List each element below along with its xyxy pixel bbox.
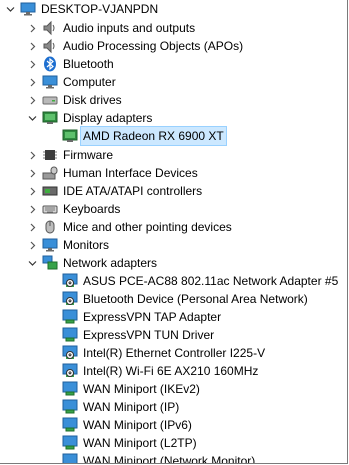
network-adapter-icon bbox=[62, 399, 78, 415]
network-adapter-icon bbox=[62, 381, 78, 397]
tree-item-label: Firmware bbox=[63, 148, 113, 162]
network-adapter-disabled-icon bbox=[62, 291, 78, 307]
network-icon bbox=[42, 255, 58, 271]
tree-item-label: Computer bbox=[63, 75, 116, 89]
tree-item-label: Audio Processing Objects (APOs) bbox=[63, 39, 244, 53]
tree-item-label: Display adapters bbox=[63, 111, 153, 125]
device-bluetooth-pan[interactable]: Bluetooth Device (Personal Area Network) bbox=[62, 290, 308, 308]
tree-item-mice-pointing-devices[interactable]: Mice and other pointing devices bbox=[26, 218, 232, 236]
network-adapter-icon bbox=[62, 453, 78, 463]
device-asus-pce-ac88[interactable]: ASUS PCE-AC88 802.11ac Network Adapter #… bbox=[62, 272, 338, 290]
device-intel-wifi-ax210[interactable]: Intel(R) Wi-Fi 6E AX210 160MHz bbox=[62, 362, 258, 380]
tree-item-label: Network adapters bbox=[63, 256, 158, 270]
tree-item-firmware[interactable]: Firmware bbox=[26, 146, 113, 164]
tree-item-label: Monitors bbox=[63, 238, 110, 252]
chevron-right-icon[interactable] bbox=[26, 55, 38, 73]
device-manager-tree-pane: DESKTOP-VJANPDN Audio inputs and outputs… bbox=[0, 0, 348, 464]
device-expressvpn-tun[interactable]: ExpressVPN TUN Driver bbox=[62, 326, 214, 344]
tree-item-label: Keyboards bbox=[63, 202, 121, 216]
monitor-icon bbox=[42, 237, 58, 253]
device-label: Intel(R) Ethernet Controller I225-V bbox=[83, 346, 266, 360]
display-adapter-icon bbox=[42, 110, 58, 126]
device-intel-ethernet-i225v[interactable]: Intel(R) Ethernet Controller I225-V bbox=[62, 344, 265, 362]
tree-item-label: Audio inputs and outputs bbox=[63, 21, 196, 35]
device-label: AMD Radeon RX 6900 XT bbox=[80, 126, 227, 146]
network-adapter-icon bbox=[62, 327, 78, 343]
computer-icon bbox=[42, 74, 58, 90]
speaker-icon bbox=[42, 20, 58, 36]
tree-item-display-adapters[interactable]: Display adapters bbox=[26, 109, 152, 127]
device-wan-miniport-network-monitor[interactable]: WAN Miniport (Network Monitor) bbox=[62, 452, 256, 464]
bluetooth-icon bbox=[42, 56, 58, 72]
tree-item-label: IDE ATA/ATAPI controllers bbox=[63, 184, 203, 198]
device-label: Bluetooth Device (Personal Area Network) bbox=[83, 292, 308, 306]
device-label: Intel(R) Wi-Fi 6E AX210 160MHz bbox=[83, 364, 259, 378]
tree-root-label: DESKTOP-VJANPDN bbox=[41, 2, 159, 16]
disk-drive-icon bbox=[42, 92, 58, 108]
network-adapter-disabled-icon bbox=[62, 363, 78, 379]
chevron-right-icon[interactable] bbox=[26, 164, 38, 182]
network-adapter-icon bbox=[62, 435, 78, 451]
hid-icon bbox=[42, 165, 58, 181]
tree-item-label: Mice and other pointing devices bbox=[63, 220, 232, 234]
tree-item-label: Disk drives bbox=[63, 93, 122, 107]
device-label: ExpressVPN TAP Adapter bbox=[83, 310, 222, 324]
device-wan-miniport-l2tp[interactable]: WAN Miniport (L2TP) bbox=[62, 434, 197, 452]
device-label: WAN Miniport (IKEv2) bbox=[83, 382, 200, 396]
chip-icon bbox=[42, 147, 58, 163]
chevron-down-icon[interactable] bbox=[26, 109, 38, 127]
device-amd-radeon-rx-6900-xt[interactable]: AMD Radeon RX 6900 XT bbox=[62, 126, 227, 146]
tree-item-monitors[interactable]: Monitors bbox=[26, 236, 109, 254]
chevron-right-icon[interactable] bbox=[26, 73, 38, 91]
device-label: WAN Miniport (IPv6) bbox=[83, 418, 192, 432]
device-label: ASUS PCE-AC88 802.11ac Network Adapter #… bbox=[83, 274, 339, 288]
controller-icon bbox=[42, 183, 58, 199]
device-wan-miniport-ikev2[interactable]: WAN Miniport (IKEv2) bbox=[62, 380, 200, 398]
tree-item-disk-drives[interactable]: Disk drives bbox=[26, 91, 122, 109]
chevron-right-icon[interactable] bbox=[26, 19, 38, 37]
tree-item-keyboards[interactable]: Keyboards bbox=[26, 200, 120, 218]
network-adapter-icon bbox=[62, 417, 78, 433]
device-label: ExpressVPN TUN Driver bbox=[83, 328, 215, 342]
tree-item-audio-processing-objects[interactable]: Audio Processing Objects (APOs) bbox=[26, 37, 243, 55]
device-wan-miniport-ipv6[interactable]: WAN Miniport (IPv6) bbox=[62, 416, 192, 434]
mouse-icon bbox=[42, 219, 58, 235]
tree-item-label: Bluetooth bbox=[63, 57, 114, 71]
chevron-right-icon[interactable] bbox=[26, 182, 38, 200]
chevron-right-icon[interactable] bbox=[26, 37, 38, 55]
device-label: WAN Miniport (L2TP) bbox=[83, 436, 197, 450]
speaker-icon bbox=[42, 38, 58, 54]
tree-item-ide-ata-atapi-controllers[interactable]: IDE ATA/ATAPI controllers bbox=[26, 182, 202, 200]
device-wan-miniport-ip[interactable]: WAN Miniport (IP) bbox=[62, 398, 179, 416]
chevron-right-icon[interactable] bbox=[26, 218, 38, 236]
computer-icon bbox=[20, 1, 36, 17]
network-adapter-disabled-icon bbox=[62, 345, 78, 361]
chevron-down-icon[interactable] bbox=[26, 254, 38, 272]
tree-item-network-adapters[interactable]: Network adapters bbox=[26, 254, 157, 272]
device-expressvpn-tap[interactable]: ExpressVPN TAP Adapter bbox=[62, 308, 221, 326]
tree-item-bluetooth[interactable]: Bluetooth bbox=[26, 55, 114, 73]
chevron-down-icon[interactable] bbox=[4, 0, 16, 18]
device-label: WAN Miniport (IP) bbox=[83, 400, 180, 414]
tree-root[interactable]: DESKTOP-VJANPDN bbox=[4, 0, 158, 18]
keyboard-icon bbox=[42, 201, 58, 217]
chevron-right-icon[interactable] bbox=[26, 91, 38, 109]
chevron-right-icon[interactable] bbox=[26, 146, 38, 164]
tree-item-computer[interactable]: Computer bbox=[26, 73, 116, 91]
chevron-right-icon[interactable] bbox=[26, 200, 38, 218]
chevron-right-icon[interactable] bbox=[26, 236, 38, 254]
tree-item-label: Human Interface Devices bbox=[63, 166, 198, 180]
network-adapter-icon bbox=[62, 309, 78, 325]
network-adapter-disabled-icon bbox=[62, 273, 78, 289]
tree-item-human-interface-devices[interactable]: Human Interface Devices bbox=[26, 164, 198, 182]
display-adapter-icon bbox=[62, 128, 78, 144]
device-label: WAN Miniport (Network Monitor) bbox=[83, 454, 256, 464]
tree-item-audio-inputs-outputs[interactable]: Audio inputs and outputs bbox=[26, 19, 195, 37]
